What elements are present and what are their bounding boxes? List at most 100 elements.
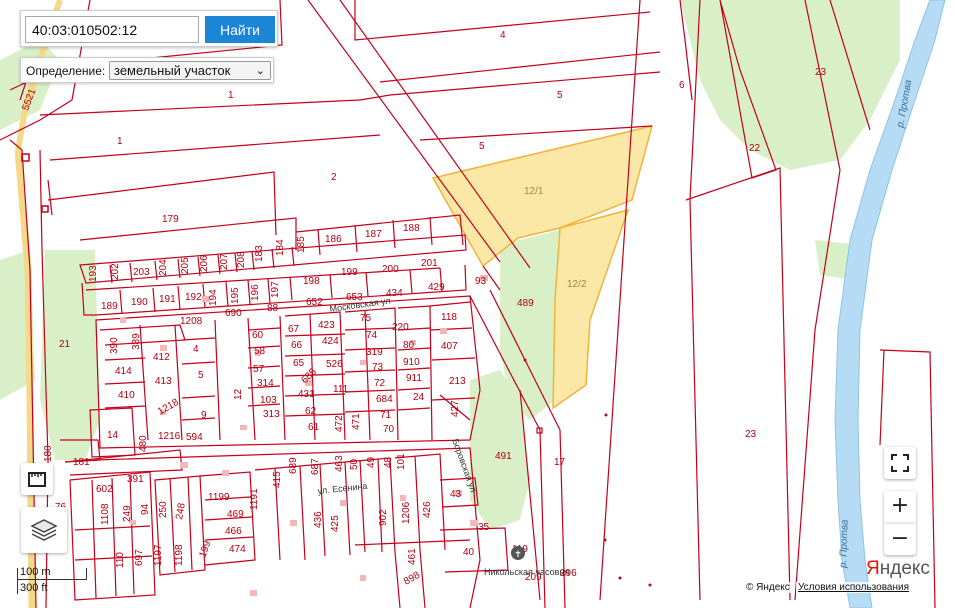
cadastral-search-input[interactable] <box>25 16 199 43</box>
plot-label: 103 <box>260 395 277 406</box>
fullscreen-button[interactable] <box>884 447 916 479</box>
parcel-12-2-selected[interactable] <box>552 208 630 410</box>
plot-label: 391 <box>127 474 144 485</box>
plot-label: 689 <box>288 457 299 474</box>
plot-label: 469 <box>227 509 244 520</box>
plot-label: 425 <box>330 515 341 532</box>
plot-label: 1216 <box>158 431 181 442</box>
plot-label: 466 <box>225 526 242 537</box>
search-panel: Найти <box>20 10 278 47</box>
zoom-in-button[interactable]: + <box>884 491 916 523</box>
plot-label: 424 <box>322 336 339 347</box>
cadastral-map[interactable]: 4 1 1 5 5 6 23 22 2 12/1 12/2 179 186 18… <box>0 0 956 608</box>
plot-label: 207 <box>219 253 230 270</box>
plot-label: 414 <box>115 366 132 377</box>
river-label-bottom: р. Протва <box>838 519 851 569</box>
plot-label: 200 <box>382 264 399 275</box>
plot-label: 461 <box>407 548 418 565</box>
ruler-button[interactable] <box>21 463 53 495</box>
plot-label: 684 <box>376 394 393 405</box>
plot-label: 2 <box>331 172 337 183</box>
plot-label: 1206 <box>401 501 412 524</box>
plot-label: 410 <box>118 390 135 401</box>
street-label-esenina: ул. Есенина <box>317 481 368 496</box>
plot-label: 23 <box>815 67 827 78</box>
plot-label: 21 <box>59 339 71 350</box>
plot-label: 48 <box>383 456 394 468</box>
plot-label: 6 <box>679 80 685 91</box>
plot-label: 188 <box>403 223 420 234</box>
copyright-text: © Яндекс <box>744 582 792 593</box>
plot-label: 72 <box>374 378 386 389</box>
yandex-logo[interactable]: Яндекс <box>866 558 930 580</box>
scale-metric: 100 m <box>20 566 51 578</box>
plot-label: 5 <box>557 90 563 101</box>
plot-label: 94 <box>140 503 151 515</box>
plot-label: 196 <box>250 284 261 301</box>
plot-label: 88 <box>267 303 279 314</box>
plot-label: 602 <box>96 484 113 495</box>
plot-label: 472 <box>334 415 345 432</box>
plot-label: 80 <box>403 340 415 351</box>
scale-bar: 100 m 300 ft <box>17 566 89 596</box>
plot-label: 202 <box>110 263 121 280</box>
plot-label: 179 <box>162 214 179 225</box>
definition-select[interactable]: земельный участок ⌄ <box>109 61 271 80</box>
plot-label: 685 <box>299 366 319 386</box>
zoom-out-button[interactable]: − <box>884 523 916 555</box>
plot-label: 101 <box>396 453 407 470</box>
plot-label: 249 <box>122 505 133 522</box>
plot-label: 1218 <box>156 397 181 418</box>
definition-panel: Определение: земельный участок ⌄ <box>20 57 274 83</box>
plot-label: 1108 <box>100 503 111 525</box>
plot-label: 185 <box>296 236 307 253</box>
plot-label: 652 <box>306 297 323 308</box>
plot-label: 313 <box>263 409 280 420</box>
plot-label: 74 <box>366 330 378 341</box>
plot-label: 463 <box>334 455 345 472</box>
plot-label: 4 <box>500 30 506 41</box>
plot-label: 24 <box>413 392 425 403</box>
plot-label: 697 <box>134 549 145 566</box>
plot-label: 5 <box>479 141 485 152</box>
plot-label: 203 <box>133 267 150 278</box>
plot-label: 118 <box>441 312 457 323</box>
plot-label-selected: 12/2 <box>567 279 587 290</box>
street-label-nikolskaya: Никольская часовня <box>484 567 569 577</box>
scale-imperial: 300 ft <box>20 582 48 594</box>
plot-label: 194 <box>208 289 219 306</box>
plot-label: 190 <box>131 297 148 308</box>
plot-label: 93 <box>475 276 487 287</box>
plot-label: 431 <box>298 389 315 400</box>
plot-label: 198 <box>303 276 320 287</box>
terms-link[interactable]: Условия использования <box>796 582 911 593</box>
plot-label: 17 <box>554 457 566 468</box>
plot-label: 1197 <box>153 544 164 566</box>
chapel-marker[interactable]: ✝ <box>511 546 525 560</box>
plot-label: 183 <box>254 245 265 262</box>
chevron-down-icon: ⌄ <box>255 65 265 77</box>
plot-label: 436 <box>313 511 324 528</box>
plot-label: 911 <box>406 373 422 384</box>
plot-label: 910 <box>403 357 420 368</box>
layers-icon <box>30 519 58 541</box>
plot-labels: 4 1 1 5 5 6 23 22 2 12/1 12/2 179 186 18… <box>20 30 826 588</box>
plot-label: 205 <box>180 257 191 274</box>
plot-label: 902 <box>378 509 389 526</box>
plot-label: 1 <box>228 90 234 101</box>
forest-area-north <box>680 0 900 170</box>
plot-label: 4 <box>193 344 199 355</box>
plot-label: 415 <box>272 471 283 488</box>
layers-button[interactable] <box>21 507 67 553</box>
plot-label: 73 <box>372 362 384 373</box>
plot-label: 71 <box>380 410 392 421</box>
plot-label: 898 <box>402 570 422 588</box>
plot-label: 184 <box>275 239 286 256</box>
plot-label: 208 <box>236 251 247 268</box>
plot-label: 49 <box>366 456 377 468</box>
plot-label: 407 <box>441 341 458 352</box>
plot-label: 429 <box>428 282 445 293</box>
plot-label: 191 <box>159 294 176 305</box>
find-button[interactable]: Найти <box>205 16 275 43</box>
plot-label: 12 <box>233 388 244 400</box>
